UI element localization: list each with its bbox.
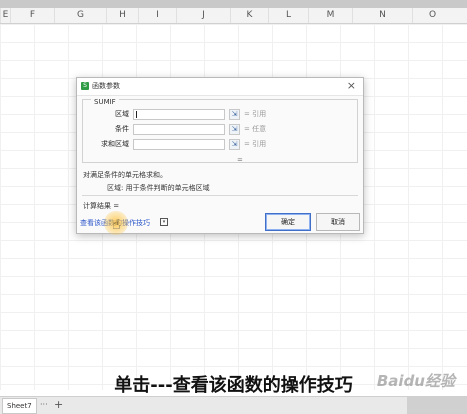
range-input[interactable] xyxy=(133,109,225,120)
calculation-result: 计算结果 = xyxy=(83,202,120,210)
text-caret xyxy=(136,111,137,118)
column-header[interactable]: E xyxy=(0,8,10,23)
arg-label: 区域 xyxy=(115,110,129,118)
column-header[interactable]: K xyxy=(230,8,268,23)
arg-hint: = 引用 xyxy=(244,110,267,118)
more-sheets-icon[interactable]: ··· xyxy=(40,398,48,412)
arg-row-criteria: 条件 ⇲ = 任意 xyxy=(83,124,359,135)
column-header[interactable]: M xyxy=(308,8,352,23)
horizontal-scrollbar[interactable] xyxy=(407,397,467,414)
criteria-input[interactable] xyxy=(133,124,225,135)
add-sheet-icon[interactable]: + xyxy=(54,397,63,412)
collapse-ref-icon[interactable]: ⇲ xyxy=(229,109,240,120)
collapse-ref-icon[interactable]: ⇲ xyxy=(229,124,240,135)
column-header[interactable]: G xyxy=(54,8,106,23)
collapse-ref-icon[interactable]: ⇲ xyxy=(229,139,240,150)
column-header[interactable]: L xyxy=(268,8,308,23)
sheet-tab-active[interactable]: Sheet7 xyxy=(2,398,37,414)
column-header[interactable]: F xyxy=(10,8,54,23)
column-header[interactable]: O xyxy=(412,8,452,23)
hand-pointer-icon: ☝ xyxy=(112,217,121,233)
cancel-button[interactable]: 取消 xyxy=(316,213,360,231)
arg-label: 条件 xyxy=(115,125,129,133)
arg-hint: = 任意 xyxy=(244,125,267,133)
watermark: Baidu经验 xyxy=(376,372,455,390)
arg-hint: = 引用 xyxy=(244,140,267,148)
arg-row-range: 区域 ⇲ = 引用 xyxy=(83,109,359,120)
toolbar-strip xyxy=(0,0,467,8)
divider xyxy=(82,195,358,196)
close-icon[interactable]: × xyxy=(347,79,356,92)
dialog-title: 函数参数 xyxy=(92,82,120,90)
function-args-group: SUMIF 区域 ⇲ = 引用 条件 ⇲ = 任意 求和区域 ⇲ = 引用 xyxy=(82,98,359,163)
ok-button[interactable]: 确定 xyxy=(265,213,311,231)
dropdown-icon[interactable]: ▾ xyxy=(160,218,168,226)
column-header[interactable]: I xyxy=(138,8,176,23)
spreadsheet-app-icon: S xyxy=(81,82,89,90)
column-header-row: E F G H I J K L M N O xyxy=(0,8,467,24)
dialog-title-bar[interactable]: S 函数参数 × xyxy=(77,78,363,96)
column-header[interactable]: H xyxy=(106,8,138,23)
arg-row-sum-range: 求和区域 ⇲ = 引用 xyxy=(83,139,359,150)
argument-description: 区域: 用于条件判断的单元格区域 xyxy=(107,184,210,192)
function-description: 对满足条件的单元格求和。 xyxy=(83,171,167,179)
column-header[interactable]: N xyxy=(352,8,412,23)
sheet-tab-bar: Sheet7 ··· + xyxy=(0,396,467,414)
sum-range-input[interactable] xyxy=(133,139,225,150)
result-equals: = xyxy=(237,156,243,164)
arg-label: 求和区域 xyxy=(101,140,129,148)
column-header[interactable]: J xyxy=(176,8,230,23)
function-name: SUMIF xyxy=(91,98,119,106)
